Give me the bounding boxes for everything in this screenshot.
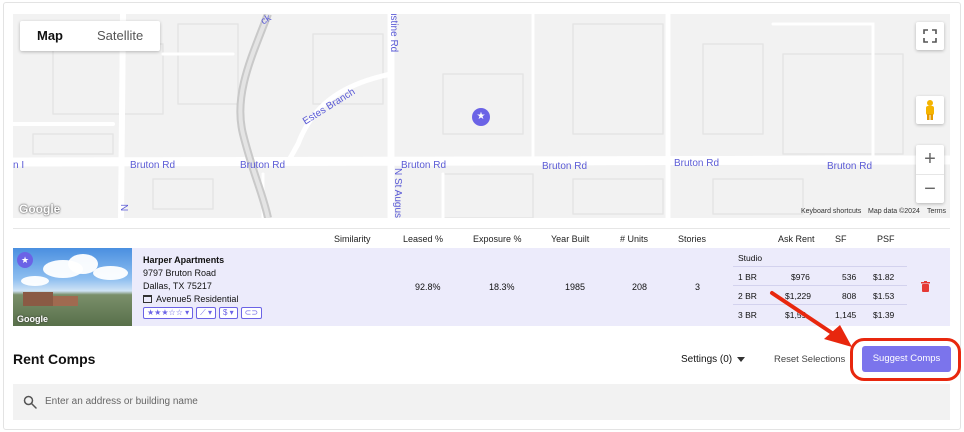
header-leased: Leased % xyxy=(403,234,444,244)
property-photo[interactable]: ★ Google xyxy=(13,248,132,326)
photo-building xyxy=(23,292,53,306)
header-year-built: Year Built xyxy=(551,234,590,244)
photo-building xyxy=(53,296,78,306)
units-value: 208 xyxy=(632,282,648,292)
road-label: Bruton Rd xyxy=(827,161,873,172)
unit-psf: $1.82 xyxy=(873,272,895,282)
road-label: N St Augus xyxy=(392,168,403,218)
reset-selections-button[interactable]: Reset Selections xyxy=(774,354,845,365)
zoom-out-button[interactable]: − xyxy=(916,174,944,202)
property-marker-star-icon[interactable]: ★ xyxy=(472,108,490,126)
header-ask-rent: Ask Rent xyxy=(778,234,815,244)
property-management: Avenue5 Residential xyxy=(143,294,238,304)
subject-star-icon: ★ xyxy=(17,252,33,268)
road-label: Bruton Rd xyxy=(130,160,176,171)
property-tags: ★★★☆☆ ▾ ⟋ ▾ $ ▾ ⊂⊃ xyxy=(143,307,263,319)
map-type-toggle: Map Satellite xyxy=(20,21,161,51)
caret-down-icon xyxy=(737,357,746,362)
rating-stars: ★★★☆☆ xyxy=(147,308,183,317)
photo-cloud xyxy=(21,276,49,286)
map-data-attribution: Map data ©2024 xyxy=(868,208,920,215)
management-company: Avenue5 Residential xyxy=(156,294,239,304)
unit-psf: $1.53 xyxy=(873,291,895,301)
terms-link[interactable]: Terms xyxy=(927,208,946,215)
map-view-button[interactable]: Map xyxy=(20,21,80,51)
exposure-value: 18.3% xyxy=(489,282,515,292)
header-psf: PSF xyxy=(877,234,895,244)
road-label: Bruton Rd xyxy=(401,160,447,171)
unit-row-studio: Studio xyxy=(733,248,907,267)
zoom-in-button[interactable]: + xyxy=(916,145,944,173)
delete-trash-icon[interactable] xyxy=(921,281,930,292)
trend-dropdown[interactable]: ⟋ ▾ xyxy=(196,307,216,319)
rating-dropdown[interactable]: ★★★☆☆ ▾ xyxy=(143,307,194,319)
photo-cloud xyxy=(93,266,128,280)
header-similarity: Similarity xyxy=(334,234,371,244)
link-button[interactable]: ⊂⊃ xyxy=(240,307,263,319)
fullscreen-button[interactable] xyxy=(916,22,944,50)
road-label: Bruton Rd xyxy=(542,161,588,172)
unit-sf: 536 xyxy=(842,272,857,282)
header-exposure: Exposure % xyxy=(473,234,522,244)
keyboard-shortcuts-link[interactable]: Keyboard shortcuts xyxy=(801,208,861,215)
price-dropdown[interactable]: $ ▾ xyxy=(218,307,238,319)
map[interactable]: Map Satellite n I Bruton Rd Bruton Rd Br… xyxy=(13,14,950,218)
settings-label: Settings (0) xyxy=(681,354,733,365)
google-logo: Google xyxy=(19,202,61,216)
unit-type: 3 BR xyxy=(738,310,757,320)
unit-type: 1 BR xyxy=(738,272,757,282)
road-label: N xyxy=(118,204,129,212)
annotation-arrow-icon xyxy=(770,291,852,347)
rent-comps-title: Rent Comps xyxy=(13,351,96,367)
unit-psf: $1.39 xyxy=(873,310,895,320)
leased-value: 92.8% xyxy=(415,282,441,292)
unit-row-1br: 1 BR $976 536 $1.82 xyxy=(733,267,907,286)
property-street: 9797 Bruton Road xyxy=(143,268,217,278)
header-sf: SF xyxy=(835,234,847,244)
unit-rent: $976 xyxy=(791,272,810,282)
table-header: Similarity Leased % Exposure % Year Buil… xyxy=(13,228,950,248)
pegman-icon xyxy=(926,100,934,120)
road-label: Bruton Rd xyxy=(674,158,720,169)
address-search-bar[interactable]: Enter an address or building name xyxy=(13,384,950,420)
property-city: Dallas, TX 75217 xyxy=(143,281,212,291)
header-stories: Stories xyxy=(678,234,707,244)
search-input[interactable]: Enter an address or building name xyxy=(45,396,198,407)
header-units: # Units xyxy=(620,234,649,244)
road-label: Bruton Rd xyxy=(240,160,286,171)
road-label: ustine Rd xyxy=(388,14,399,53)
annotation-highlight-circle xyxy=(850,338,961,381)
settings-dropdown[interactable]: Settings (0) xyxy=(681,354,746,365)
stories-value: 3 xyxy=(695,282,701,292)
link-icon: ⊂⊃ xyxy=(244,308,259,317)
dollar-icon: $ xyxy=(222,308,228,317)
street-view-pegman[interactable] xyxy=(916,96,944,124)
year-built-value: 1985 xyxy=(565,282,586,292)
trend-icon: ⟋ xyxy=(200,308,206,317)
fullscreen-icon xyxy=(923,29,937,43)
zoom-control: + − xyxy=(916,145,944,203)
road-label: n I xyxy=(13,160,25,171)
unit-type: Studio xyxy=(738,253,763,263)
satellite-view-button[interactable]: Satellite xyxy=(80,21,160,51)
photo-google-logo: Google xyxy=(17,314,48,324)
property-name[interactable]: Harper Apartments xyxy=(143,255,224,265)
building-icon xyxy=(143,295,152,303)
search-icon xyxy=(23,395,37,409)
unit-type: 2 BR xyxy=(738,291,757,301)
